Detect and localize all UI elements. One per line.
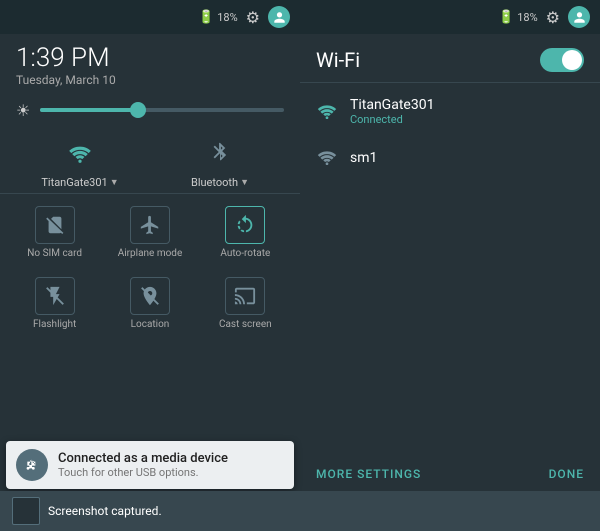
status-bar-left: 🔋 18% ⚙ [0, 0, 300, 34]
cast-icon [225, 277, 265, 315]
flashlight-label: Flashlight [33, 319, 76, 330]
avatar-left[interactable] [268, 6, 290, 28]
airplane-icon [130, 206, 170, 244]
date-display: Tuesday, March 10 [16, 73, 284, 87]
wifi-signal-weak-icon [316, 146, 338, 170]
more-settings-button[interactable]: MORE SETTINGS [316, 467, 421, 481]
autorotate-label: Auto-rotate [220, 248, 270, 259]
status-bar-right: 🔋 18% ⚙ [300, 0, 600, 34]
battery-icon-right: 🔋 [498, 10, 514, 25]
screenshot-thumbnail [12, 497, 40, 525]
action-airplane[interactable]: Airplane mode [103, 198, 196, 267]
right-panel: 🔋 18% ⚙ Wi-Fi TitanGate301 C [300, 0, 600, 531]
wifi-name-titangate: TitanGate301 [350, 97, 434, 113]
airplane-label: Airplane mode [118, 248, 183, 259]
done-button[interactable]: DONE [549, 467, 584, 481]
no-sim-label: No SIM card [27, 248, 82, 259]
brightness-thumb [130, 102, 146, 118]
quick-toggle-row: TitanGate301 ▼ Bluetooth ▼ [0, 124, 300, 193]
avatar-right[interactable] [568, 6, 590, 28]
wifi-item-text-sm1: sm1 [350, 150, 377, 166]
brightness-fill [40, 108, 137, 112]
wifi-item-titangate[interactable]: TitanGate301 Connected [300, 87, 600, 136]
brightness-slider[interactable] [40, 108, 284, 112]
wifi-label: TitanGate301 ▼ [41, 176, 118, 189]
wifi-dropdown-arrow: ▼ [110, 177, 119, 188]
action-no-sim[interactable]: No SIM card [8, 198, 101, 267]
screenshot-bar: Screenshot captured. [0, 491, 600, 531]
bluetooth-icon [197, 132, 243, 172]
battery-info-right: 🔋 18% [498, 10, 538, 25]
wifi-signal-strong-icon [316, 100, 338, 124]
usb-text-block: Connected as a media device Touch for ot… [58, 451, 228, 479]
wifi-list: TitanGate301 Connected sm1 [300, 83, 600, 457]
time-section: 1:39 PM Tuesday, March 10 [0, 34, 300, 95]
wifi-item-text-titangate: TitanGate301 Connected [350, 97, 434, 126]
settings-icon-left[interactable]: ⚙ [246, 8, 260, 27]
action-autorotate[interactable]: Auto-rotate [199, 198, 292, 267]
flashlight-icon [35, 277, 75, 315]
wifi-item-sm1[interactable]: sm1 [300, 136, 600, 180]
wifi-toggle-knob [562, 50, 582, 70]
battery-info-left: 🔋 18% [198, 10, 238, 25]
usb-title: Connected as a media device [58, 451, 228, 466]
usb-icon [16, 449, 48, 481]
bluetooth-dropdown-arrow: ▼ [240, 177, 249, 188]
quick-actions-grid: No SIM card Airplane mode Auto-rotate [0, 194, 300, 342]
bluetooth-label: Bluetooth ▼ [191, 176, 249, 189]
settings-icon-right[interactable]: ⚙ [546, 8, 560, 27]
brightness-icon: ☀ [16, 101, 30, 120]
battery-percent-left: 18% [217, 11, 237, 24]
time-display: 1:39 PM [16, 44, 284, 73]
action-location[interactable]: Location [103, 269, 196, 338]
autorotate-icon [225, 206, 265, 244]
left-panel: 🔋 18% ⚙ 1:39 PM Tuesday, March 10 ☀ [0, 0, 300, 531]
wifi-title: Wi-Fi [316, 48, 360, 72]
wifi-icon [57, 132, 103, 172]
action-flashlight[interactable]: Flashlight [8, 269, 101, 338]
wifi-status-titangate: Connected [350, 113, 434, 126]
battery-percent-right: 18% [517, 11, 537, 24]
no-sim-icon [35, 206, 75, 244]
wifi-header: Wi-Fi [300, 34, 600, 82]
wifi-toggle-switch[interactable] [540, 48, 584, 72]
wifi-name-sm1: sm1 [350, 150, 377, 166]
usb-subtitle: Touch for other USB options. [58, 466, 228, 479]
cast-label: Cast screen [219, 319, 272, 330]
wifi-toggle[interactable]: TitanGate301 ▼ [10, 132, 150, 189]
screenshot-text: Screenshot captured. [48, 504, 162, 518]
action-cast[interactable]: Cast screen [199, 269, 292, 338]
battery-icon-left: 🔋 [198, 10, 214, 25]
bluetooth-toggle[interactable]: Bluetooth ▼ [150, 132, 290, 189]
location-icon [130, 277, 170, 315]
brightness-row: ☀ [0, 95, 300, 124]
usb-notification[interactable]: Connected as a media device Touch for ot… [6, 441, 294, 489]
location-label: Location [131, 319, 170, 330]
